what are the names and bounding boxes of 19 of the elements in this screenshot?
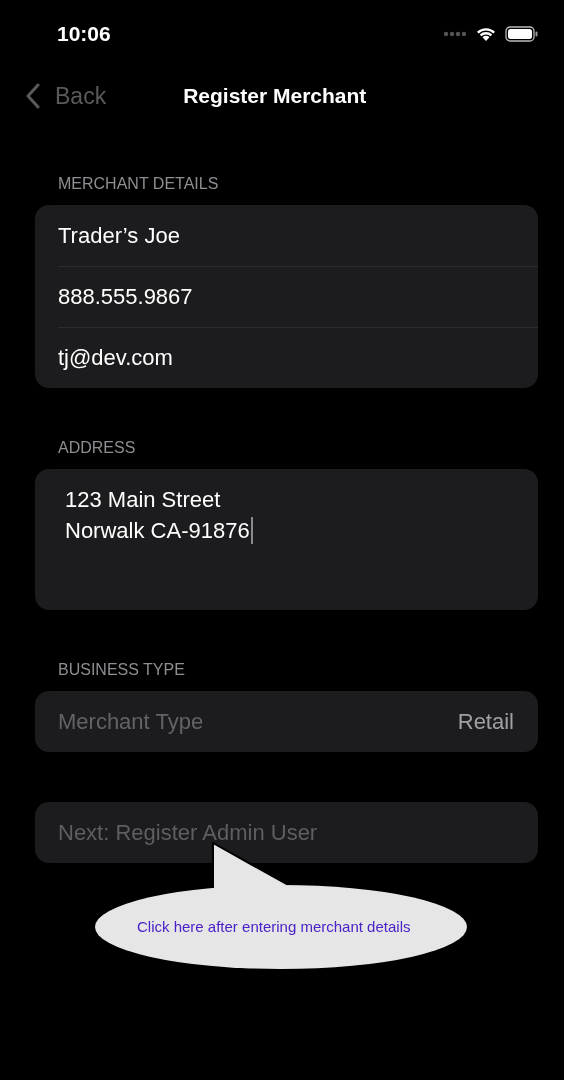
section-header: ADDRESS xyxy=(58,438,137,458)
address-line: 123 Main Street xyxy=(65,486,221,513)
screen-title: Register Merchant xyxy=(183,84,367,108)
address-line: Norwalk CA-91876 xyxy=(65,517,250,544)
picker-value: Retail xyxy=(457,708,514,735)
address-field[interactable]: 123 Main Street Norwalk CA-91876 xyxy=(35,469,538,610)
input-field[interactable]: Trader’s Joe xyxy=(58,222,180,249)
picker-label: Merchant Type xyxy=(58,708,204,735)
signal-icon xyxy=(443,31,467,37)
picker-row[interactable]: Merchant Type Retail xyxy=(35,691,538,752)
section-header: MERCHANT DETAILS xyxy=(58,174,220,194)
section-header: BUSINESS TYPE xyxy=(58,660,186,680)
chevron-left-icon xyxy=(25,83,41,109)
wifi-icon xyxy=(475,26,497,42)
battery-icon xyxy=(505,26,539,42)
input-field[interactable]: tj@dev.com xyxy=(58,345,173,371)
status-time: 10:06 xyxy=(57,22,111,46)
input-field[interactable]: 888.555.9867 xyxy=(58,284,193,310)
callout-text: Click here after entering merchant details xyxy=(137,918,411,935)
